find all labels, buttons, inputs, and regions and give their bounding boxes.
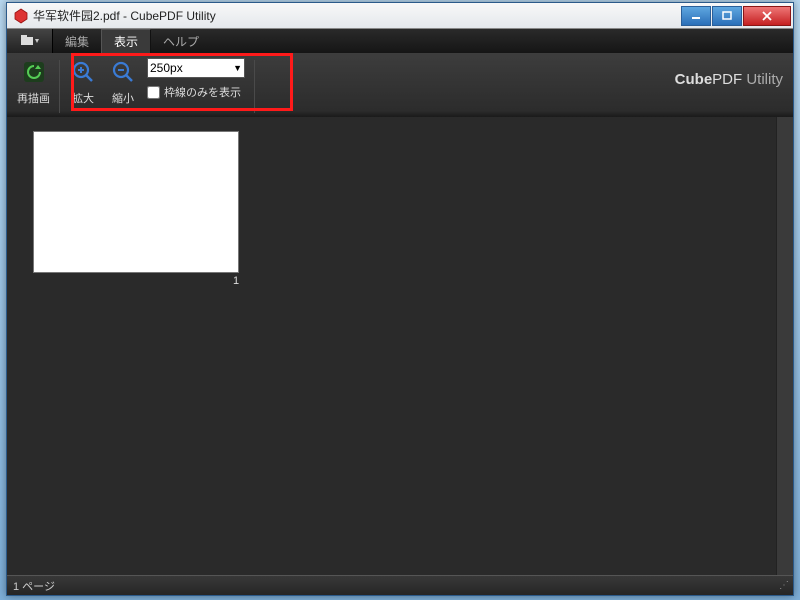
redraw-label: 再描画 [17,90,50,106]
zoom-out-label: 縮小 [112,90,134,106]
minimize-button[interactable] [681,6,711,26]
ribbon: 再描画 拡大 縮小 250px ▼ 枠線のみを表示 [7,53,793,117]
brand-label: CubePDF Utility [675,71,783,88]
window-title: 华军软件园2.pdf - CubePDF Utility [33,7,680,24]
zoom-controls: 250px ▼ 枠線のみを表示 [143,56,251,117]
page-number-label: 1 [233,275,239,287]
ribbon-separator [254,60,255,113]
zoom-out-icon [109,58,137,86]
statusbar: 1 ページ ⋰ [7,575,793,595]
frame-only-input[interactable] [147,86,160,99]
vertical-scrollbar[interactable] [776,117,793,575]
close-button[interactable] [743,6,791,26]
titlebar: 华军软件园2.pdf - CubePDF Utility [7,3,793,29]
redraw-button[interactable]: 再描画 [11,56,56,117]
refresh-icon [20,58,48,86]
app-icon [13,8,29,24]
zoom-size-value: 250px [150,61,183,75]
chevron-down-icon: ▼ [233,63,242,73]
tab-edit[interactable]: 編集 [53,29,101,53]
tab-help[interactable]: ヘルプ [151,29,211,53]
zoom-out-button[interactable]: 縮小 [103,56,143,117]
frame-only-checkbox[interactable]: 枠線のみを表示 [147,84,245,100]
zoom-in-icon [69,58,97,86]
resize-grip[interactable]: ⋰ [779,580,787,591]
window-buttons [680,6,791,26]
zoom-in-button[interactable]: 拡大 [63,56,103,117]
page-thumbnail[interactable] [33,131,239,273]
frame-only-label: 枠線のみを表示 [164,84,241,100]
file-menu-button[interactable] [7,29,53,53]
ribbon-separator [59,60,60,113]
zoom-in-label: 拡大 [72,90,94,106]
zoom-size-select[interactable]: 250px ▼ [147,58,245,78]
page-thumbnail-area: 1 [7,117,793,575]
app-window: 华军软件园2.pdf - CubePDF Utility 編集 表示 ヘルプ 再… [6,2,794,596]
maximize-button[interactable] [712,6,742,26]
status-text: 1 ページ [13,578,55,594]
menubar: 編集 表示 ヘルプ [7,29,793,53]
tab-view[interactable]: 表示 [101,29,151,53]
